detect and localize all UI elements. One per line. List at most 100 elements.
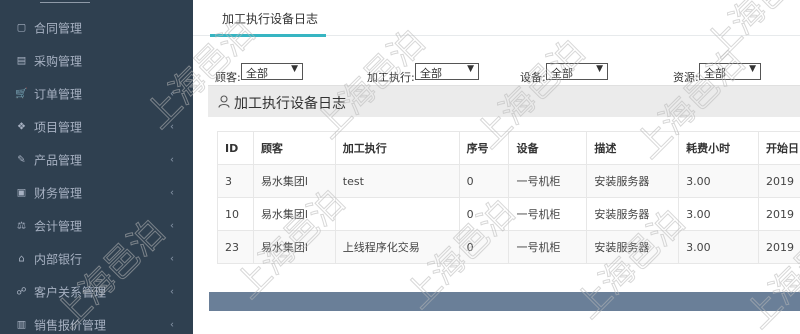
table-cell: 10: [217, 197, 254, 231]
sidebar-item-label: 采购管理: [34, 54, 83, 68]
cubes-icon: ❖: [17, 121, 26, 132]
chevron-left-icon: ‹: [170, 88, 174, 99]
column-header[interactable]: 描述: [586, 131, 680, 165]
table-cell: 2019: [758, 164, 800, 198]
filter-resource-select[interactable]: 全部 ▼: [699, 63, 761, 80]
column-header[interactable]: 顾客: [252, 131, 336, 165]
column-header[interactable]: 开始日: [758, 131, 800, 165]
table-cell: [334, 197, 460, 231]
table-cell: 安装服务器: [586, 230, 680, 264]
table-footer-bar: [209, 292, 800, 311]
sidebar-item[interactable]: 🛒 订单管理 ‹: [0, 77, 193, 110]
table-cell: 安装服务器: [586, 197, 680, 231]
inbox-icon: ▤: [16, 55, 27, 66]
table-cell: 3.00: [678, 230, 760, 264]
table-cell: 上线程序化交易: [334, 230, 460, 264]
sidebar-item[interactable]: ⌂ 内部银行 ‹: [0, 242, 193, 275]
sidebar-item-label: 内部银行: [34, 252, 83, 266]
user-icon: [218, 95, 230, 108]
table-cell: 23: [217, 230, 254, 264]
filter-customer-select[interactable]: 全部 ▼: [241, 63, 303, 80]
sidebar-item-label: 产品管理: [34, 153, 83, 167]
table-body: 3 易水集团l test 0 一号机柜 安装服务器 3.00 2019 10 易水集团l 0 一号机柜…: [217, 164, 800, 264]
bank-icon: ⌂: [18, 253, 25, 264]
sidebar-item[interactable]: ▢ 合同管理: [0, 11, 193, 44]
sidebar-item-label: 销售报价管理: [34, 318, 107, 332]
column-header[interactable]: 耗费小时: [678, 131, 760, 165]
edit-icon: ✎: [17, 154, 26, 165]
table-cell: 安装服务器: [586, 164, 680, 198]
sidebar-item-label: 财务管理: [34, 186, 83, 200]
sidebar-item-label: 合同管理: [34, 21, 83, 35]
filter-customer-value: 全部: [246, 67, 268, 80]
sidebar-top-remnant: [0, 0, 193, 8]
table-header-row: ID 顾客 加工执行 序号 设备 描述 耗费小时 开始日: [217, 131, 800, 165]
table-cell: test: [334, 164, 460, 198]
sidebar-item[interactable]: ❖ 项目管理 ‹: [0, 110, 193, 143]
table-cell: 易水集团l: [252, 230, 336, 264]
column-header[interactable]: 序号: [458, 131, 510, 165]
column-header[interactable]: 设备: [508, 131, 588, 165]
table-cell: 2019: [758, 230, 800, 264]
file-icon: ▢: [16, 22, 27, 33]
column-header[interactable]: ID: [217, 131, 254, 165]
filter-equipment-select[interactable]: 全部 ▼: [546, 63, 608, 80]
sidebar-item-label: 订单管理: [34, 87, 83, 101]
table-cell: 0: [458, 230, 510, 264]
table-cell: 3.00: [678, 164, 760, 198]
tab-label: 加工执行设备日志: [222, 12, 319, 26]
dropdown-caret-icon: ▼: [749, 64, 756, 74]
table-cell: 一号机柜: [508, 197, 588, 231]
panel-title: 加工执行设备日志: [234, 96, 346, 112]
table-row[interactable]: 23 易水集团l 上线程序化交易 0 一号机柜 安装服务器 3.00 2019: [217, 230, 800, 264]
sidebar-item-label: 会计管理: [34, 219, 83, 233]
column-header[interactable]: 加工执行: [334, 131, 460, 165]
filter-equipment-value: 全部: [551, 67, 573, 80]
sidebar-item[interactable]: ▥ 销售报价管理 ‹: [0, 308, 193, 334]
tab-equipment-log[interactable]: 加工执行设备日志: [210, 0, 326, 37]
chevron-left-icon: ‹: [170, 286, 174, 297]
table-cell: 3.00: [678, 197, 760, 231]
chevron-left-icon: ‹: [170, 319, 174, 330]
filter-customer-label: 顾客:: [215, 71, 241, 84]
filter-execution-select[interactable]: 全部 ▼: [415, 63, 479, 80]
chevron-left-icon: ‹: [170, 187, 174, 198]
chevron-left-icon: ‹: [170, 154, 174, 165]
equipment-log-table: ID 顾客 加工执行 序号 设备 描述 耗费小时 开始日 3 易水集团l test 0 一号机柜 安装服…: [217, 131, 800, 264]
sidebar-item[interactable]: ▤ 采购管理: [0, 44, 193, 77]
chevron-left-icon: ‹: [170, 220, 174, 231]
main-content: 加工执行设备日志 顾客: 全部 ▼ 加工执行: 全部 ▼ 设备: 全部 ▼ 资源…: [193, 0, 800, 334]
sidebar-item[interactable]: ⚖ 会计管理 ‹: [0, 209, 193, 242]
money-icon: ▣: [16, 187, 27, 198]
dropdown-caret-icon: ▼: [596, 64, 603, 74]
table-cell: 3: [217, 164, 254, 198]
chart-icon: ▥: [16, 319, 27, 330]
chevron-left-icon: ‹: [170, 253, 174, 264]
table-row[interactable]: 3 易水集团l test 0 一号机柜 安装服务器 3.00 2019: [217, 164, 800, 198]
sidebar-item-label: 项目管理: [34, 120, 83, 134]
dropdown-caret-icon: ▼: [467, 64, 474, 74]
balance-icon: ⚖: [17, 220, 26, 231]
filter-equipment-label: 设备:: [520, 71, 546, 84]
filter-resource-label: 资源:: [673, 71, 699, 84]
table-cell: 易水集团l: [252, 197, 336, 231]
table-cell: 0: [458, 197, 510, 231]
table-cell: 一号机柜: [508, 164, 588, 198]
table-cell: 0: [458, 164, 510, 198]
filter-execution-value: 全部: [420, 67, 442, 80]
sidebar-item[interactable]: ▣ 财务管理 ‹: [0, 176, 193, 209]
sidebar-item[interactable]: ✎ 产品管理 ‹: [0, 143, 193, 176]
sidebar-item-label: 客户关系管理: [34, 285, 107, 299]
table-cell: 易水集团l: [252, 164, 336, 198]
sidebar: ▢ 合同管理 ▤ 采购管理 🛒 订单管理 ‹ ❖ 项目管理 ‹ ✎ 产品管理 ‹ ▣ 财务管理 ‹ ⚖ 会计管理 ‹…: [0, 0, 193, 334]
filter-resource-value: 全部: [704, 67, 726, 80]
panel-header: 加工执行设备日志: [208, 85, 800, 117]
cart-icon: 🛒: [15, 88, 28, 99]
dropdown-caret-icon: ▼: [291, 64, 298, 74]
sidebar-item[interactable]: ☍ 客户关系管理 ‹: [0, 275, 193, 308]
table-row[interactable]: 10 易水集团l 0 一号机柜 安装服务器 3.00 2019: [217, 197, 800, 231]
tab-bar: 加工执行设备日志: [193, 0, 800, 37]
users-icon: ☍: [16, 286, 27, 297]
chevron-left-icon: ‹: [170, 121, 174, 132]
table-cell: 2019: [758, 197, 800, 231]
